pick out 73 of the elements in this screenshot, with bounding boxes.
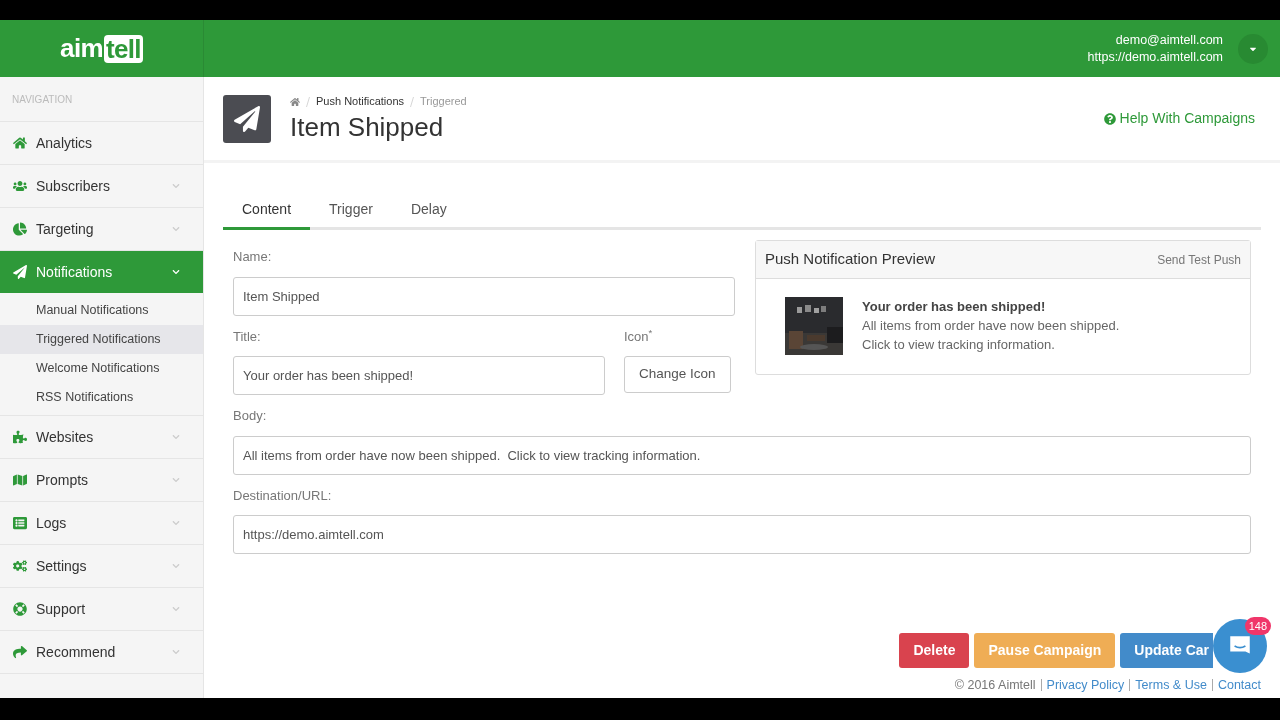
panel-title: Push Notification Preview bbox=[765, 249, 937, 270]
tab[interactable]: Content bbox=[223, 191, 311, 230]
list-icon bbox=[13, 516, 27, 530]
breadcrumb-item[interactable]: Push Notifications bbox=[316, 93, 405, 110]
footer-link[interactable]: Terms & Use bbox=[1135, 675, 1207, 695]
chevron-icon bbox=[172, 182, 180, 190]
chevron-icon bbox=[172, 519, 180, 527]
notification-body: Click to view tracking information. bbox=[862, 336, 1056, 354]
help-icon bbox=[1103, 112, 1116, 125]
paper-plane-icon bbox=[234, 105, 260, 132]
chevron-icon bbox=[172, 268, 180, 276]
logo-text: tell bbox=[103, 34, 143, 63]
breadcrumb-separator-icon bbox=[410, 96, 415, 107]
chevron-icon bbox=[172, 225, 180, 233]
home-icon bbox=[13, 136, 27, 150]
user-email: demo@aimtell.com bbox=[1114, 31, 1223, 49]
gears-icon bbox=[13, 559, 27, 573]
footer-link[interactable]: Contact bbox=[1217, 675, 1261, 695]
home-icon[interactable] bbox=[290, 96, 300, 107]
help-link[interactable]: Help With Campaigns bbox=[1103, 108, 1255, 129]
nav-item[interactable]: Websites bbox=[0, 416, 203, 458]
puzzle-piece-icon bbox=[13, 430, 27, 444]
chevron-icon bbox=[172, 648, 180, 656]
nav-item[interactable]: Notifications bbox=[0, 251, 203, 293]
logo-text: aim bbox=[60, 32, 103, 65]
user-site: https://demo.aimtell.com bbox=[1087, 48, 1223, 66]
nav-subitem[interactable]: Triggered Notifications bbox=[0, 325, 203, 354]
text-field[interactable]: Item Shipped bbox=[233, 276, 735, 316]
field-label: Title: bbox=[233, 327, 262, 346]
chevron-icon bbox=[172, 433, 180, 441]
chevron-icon bbox=[172, 476, 180, 484]
notification-title: Your order has been shipped! bbox=[862, 298, 1047, 316]
nav-item[interactable]: Subscribers bbox=[0, 165, 203, 207]
tab[interactable]: Trigger bbox=[310, 191, 392, 230]
breadcrumb-separator-icon bbox=[306, 96, 310, 107]
text-field[interactable]: All items from order have now been shipped. Click to view tracking information. bbox=[233, 435, 1251, 475]
text-field[interactable]: Your order has been shipped! bbox=[233, 356, 605, 395]
footer-link[interactable]: Privacy Policy bbox=[1046, 675, 1125, 695]
text-field[interactable]: https://demo.aimtell.com bbox=[233, 515, 1251, 554]
nav-item[interactable]: Recommend bbox=[0, 631, 203, 673]
action-button[interactable]: Delete bbox=[899, 632, 970, 668]
nav-heading: NAVIGATION bbox=[0, 77, 203, 122]
field-label: Name: bbox=[233, 248, 273, 266]
paper-plane-icon bbox=[13, 265, 27, 279]
tab[interactable]: Delay bbox=[391, 191, 466, 230]
field-label: Icon$^{*}$ bbox=[624, 326, 654, 346]
nav-item[interactable]: Support bbox=[0, 588, 203, 630]
chevron-icon bbox=[172, 605, 180, 613]
life-ring-icon bbox=[13, 602, 27, 616]
action-button[interactable]: Update Car bbox=[1120, 632, 1213, 668]
pie-chart-icon bbox=[13, 222, 27, 236]
nav-subitem[interactable]: Welcome Notifications bbox=[0, 354, 203, 383]
nav-item[interactable]: Logs bbox=[0, 502, 203, 544]
breadcrumb-item: Triggered bbox=[420, 94, 467, 110]
nav-item[interactable]: Prompts bbox=[0, 459, 203, 501]
notification-body: All items from order have now been shipped. bbox=[862, 317, 1120, 335]
send-test-push-link[interactable]: Send Test Push bbox=[1157, 250, 1241, 269]
change-icon-button[interactable]: Change Icon bbox=[624, 356, 731, 393]
field-label: Destination/URL: bbox=[233, 486, 333, 505]
nav-item[interactable]: Settings bbox=[0, 545, 203, 587]
chevron-icon bbox=[172, 562, 180, 570]
users-icon bbox=[13, 179, 27, 193]
nav-item[interactable]: Targeting bbox=[0, 208, 203, 250]
map-icon bbox=[13, 473, 27, 487]
copyright: © 2016 Aimtell bbox=[954, 676, 1036, 694]
nav-subitem[interactable]: RSS Notifications bbox=[0, 383, 203, 412]
notification-badge: 148 bbox=[1244, 617, 1271, 635]
logo[interactable]: aimtell bbox=[60, 29, 143, 68]
field-label: Body: bbox=[233, 407, 268, 425]
nav-item[interactable]: Analytics bbox=[0, 122, 203, 164]
nav-subitem[interactable]: Manual Notifications bbox=[0, 296, 203, 325]
page-title: Item Shipped bbox=[290, 110, 445, 144]
share-arrow-icon bbox=[13, 645, 27, 659]
